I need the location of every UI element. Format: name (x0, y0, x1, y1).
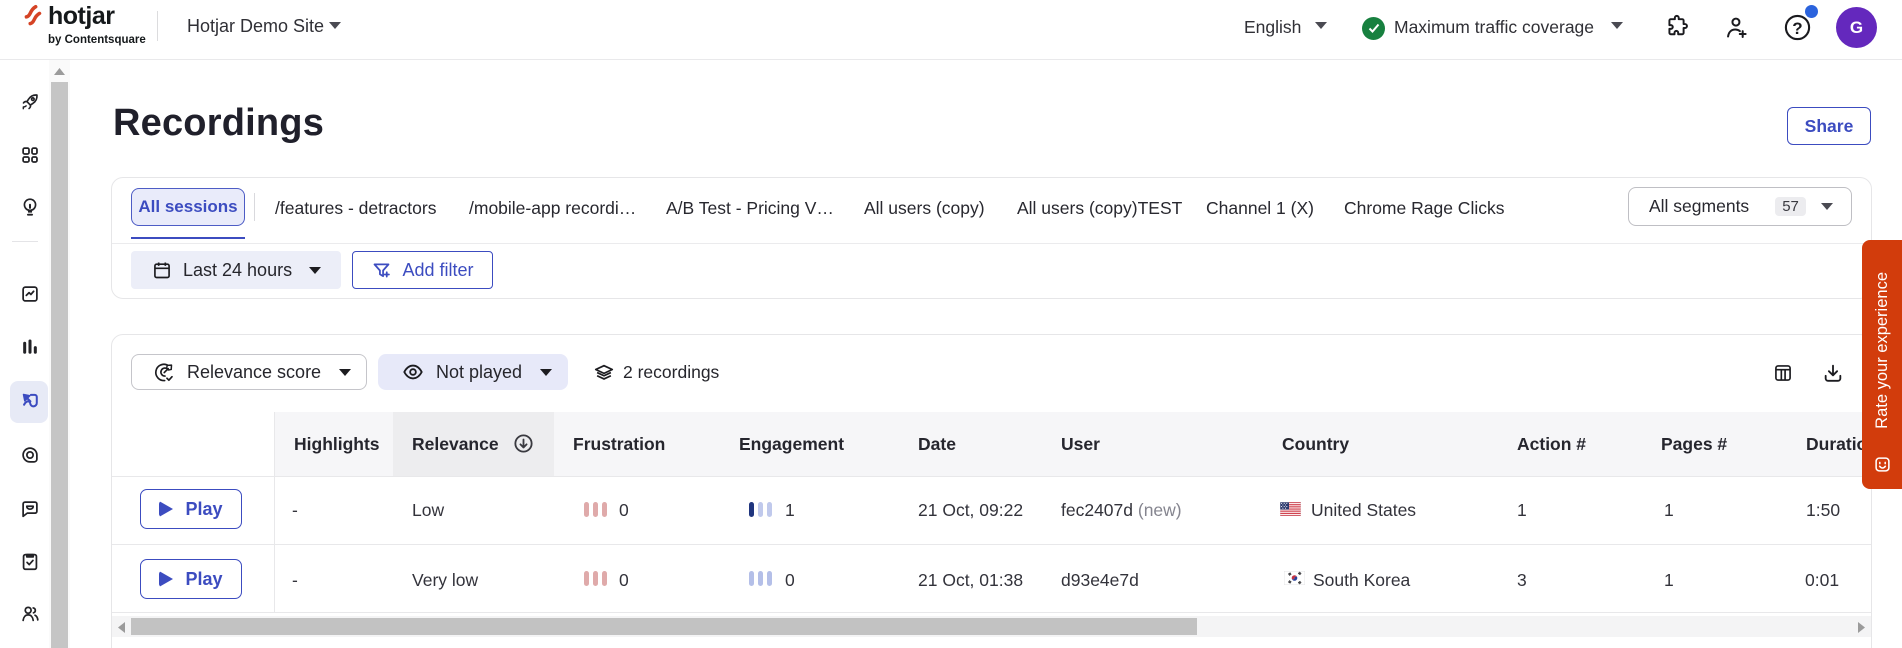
svg-text:?: ? (1792, 19, 1802, 38)
